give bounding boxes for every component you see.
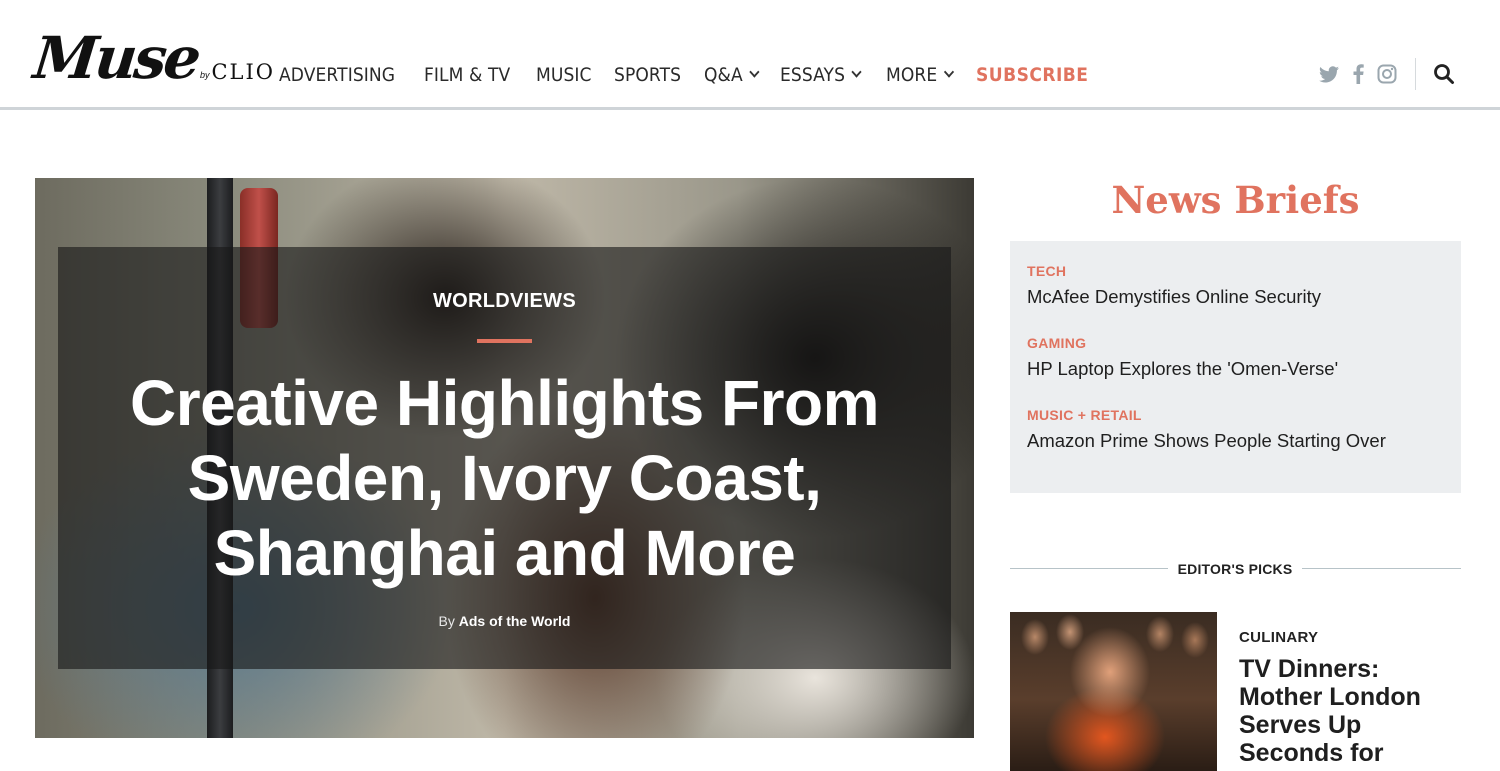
chevron-down-icon xyxy=(851,66,863,78)
chevron-down-icon xyxy=(749,66,760,78)
nav-item-music[interactable]: MUSIC xyxy=(536,64,592,86)
subscribe-link[interactable]: SUBSCRIBE xyxy=(976,64,1088,86)
twitter-icon[interactable] xyxy=(1318,63,1340,85)
editors-pick-category[interactable]: CULINARY xyxy=(1239,629,1318,646)
brief-category[interactable]: MUSIC + RETAIL xyxy=(1027,407,1444,423)
chevron-down-icon xyxy=(943,66,954,78)
muse-by-clio-logo[interactable]: Muse by CLIO xyxy=(30,18,275,92)
social-links xyxy=(1318,60,1405,88)
news-briefs-list: TECH McAfee Demystifies Online Security … xyxy=(1010,241,1461,493)
brief-headline[interactable]: HP Laptop Explores the 'Omen-Verse' xyxy=(1027,358,1444,380)
instagram-icon[interactable] xyxy=(1376,63,1398,85)
nav-item-more[interactable]: MORE xyxy=(886,64,954,86)
brief-headline[interactable]: McAfee Demystifies Online Security xyxy=(1027,286,1444,308)
news-briefs-title: News Briefs xyxy=(1111,178,1360,222)
byline-author[interactable]: Ads of the World xyxy=(459,613,571,629)
editors-picks-rule-right xyxy=(1302,568,1461,569)
editors-pick-thumbnail[interactable] xyxy=(1010,612,1217,771)
editors-pick-headline[interactable]: TV Dinners: Mother London Serves Up Seco… xyxy=(1239,655,1469,767)
list-item[interactable]: MUSIC + RETAIL Amazon Prime Shows People… xyxy=(1027,407,1444,452)
hero-feature-article[interactable]: WORLDVIEWS Creative Highlights From Swed… xyxy=(35,178,974,738)
brief-category[interactable]: TECH xyxy=(1027,263,1444,279)
editors-picks-label: EDITOR'S PICKS xyxy=(1177,561,1293,577)
list-item[interactable]: TECH McAfee Demystifies Online Security xyxy=(1027,263,1444,308)
logo-by: by xyxy=(199,70,210,80)
nav-item-qa[interactable]: Q&A xyxy=(704,64,760,86)
hero-title[interactable]: Creative Highlights From Sweden, Ivory C… xyxy=(95,366,914,591)
facebook-icon[interactable] xyxy=(1347,63,1369,85)
nav-item-essays[interactable]: ESSAYS xyxy=(780,64,863,86)
nav-item-film-tv[interactable]: FILM & TV xyxy=(424,64,510,86)
nav-item-advertising[interactable]: ADVERTISING xyxy=(279,64,395,86)
main-nav: ADVERTISING FILM & TV MUSIC SPORTS Q&A E… xyxy=(279,60,1116,90)
hero-accent-rule xyxy=(477,339,532,343)
list-item[interactable]: GAMING HP Laptop Explores the 'Omen-Vers… xyxy=(1027,335,1444,380)
logo-muse: Muse xyxy=(30,24,202,92)
hero-kicker[interactable]: WORLDVIEWS xyxy=(35,290,974,313)
byline-prefix: By xyxy=(438,613,455,629)
nav-item-sports[interactable]: SPORTS xyxy=(614,64,681,86)
logo-clio: CLIO xyxy=(211,60,275,84)
thumbnail-audience xyxy=(1010,612,1217,692)
hero-byline: By Ads of the World xyxy=(35,613,974,629)
editors-picks-rule-left xyxy=(1010,568,1168,569)
search-icon[interactable] xyxy=(1432,62,1456,86)
brief-category[interactable]: GAMING xyxy=(1027,335,1444,351)
header-divider xyxy=(1415,58,1416,90)
site-header: Muse by CLIO ADVERTISING FILM & TV MUSIC… xyxy=(0,0,1500,110)
brief-headline[interactable]: Amazon Prime Shows People Starting Over xyxy=(1027,430,1444,452)
